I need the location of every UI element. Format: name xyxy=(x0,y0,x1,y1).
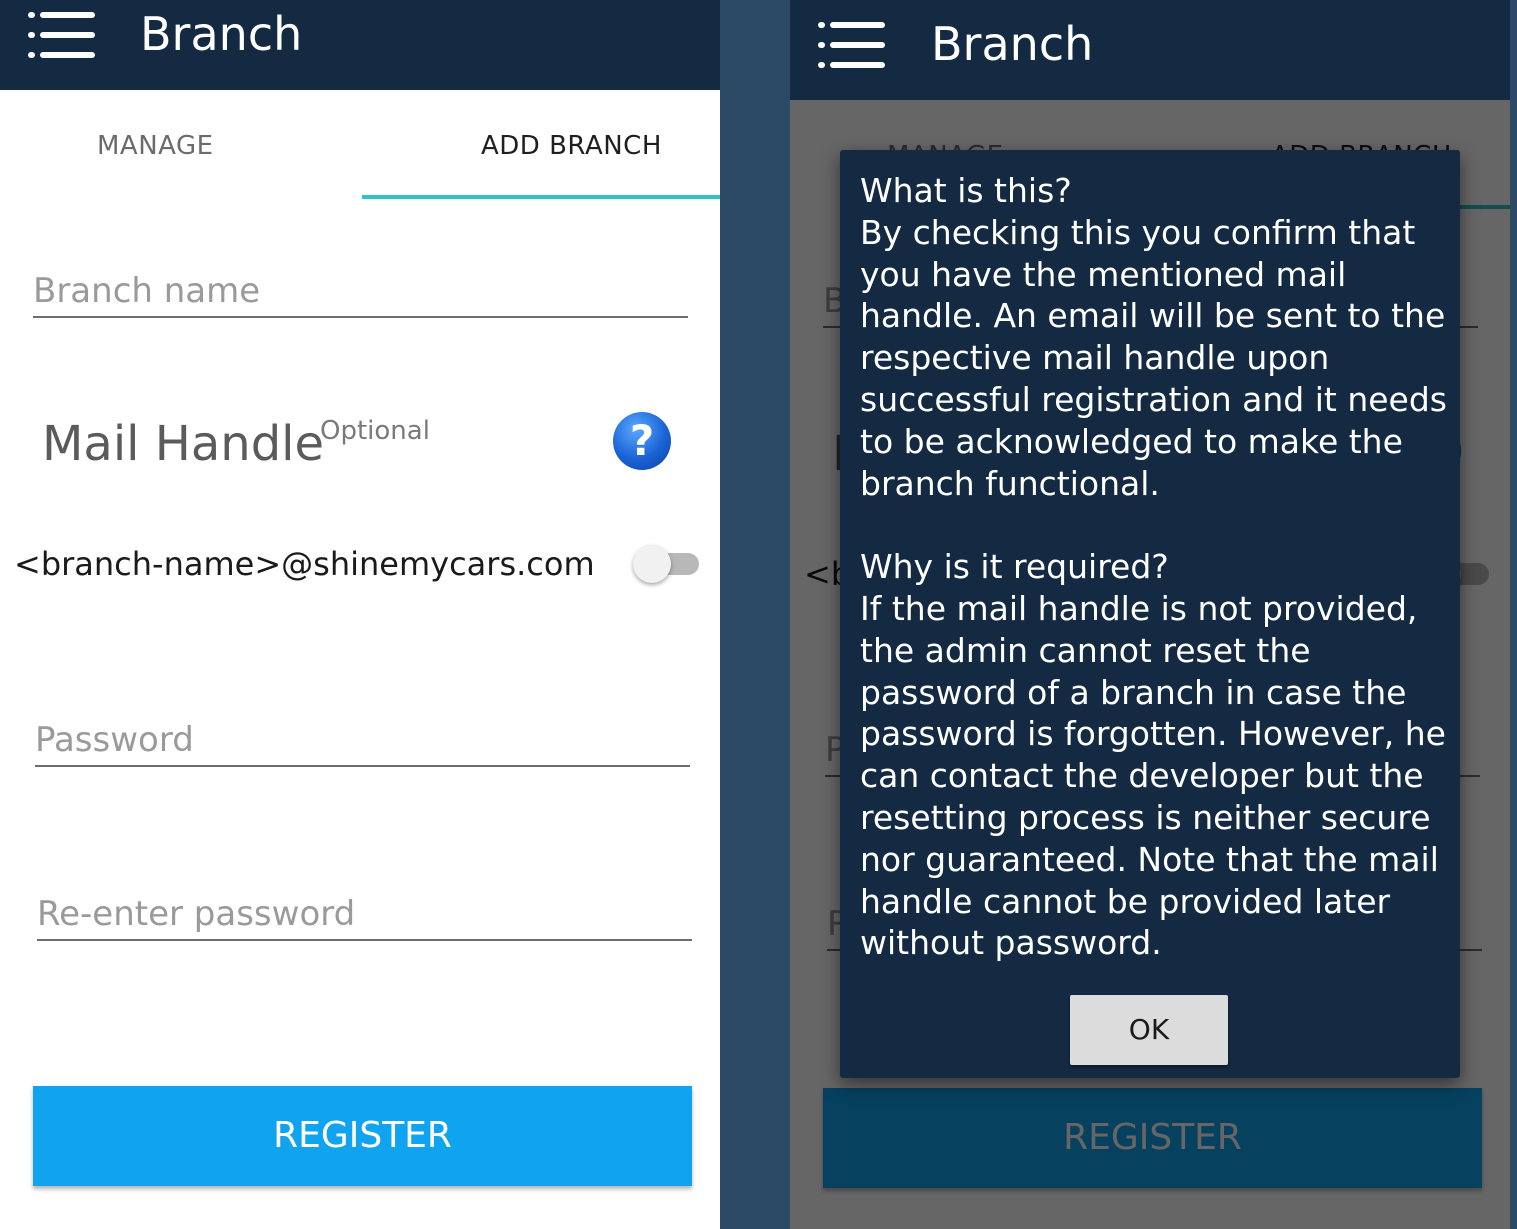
password-placeholder: Password xyxy=(35,720,194,760)
mail-handle-optional-label: Optional xyxy=(320,416,430,446)
app-bar: Branch xyxy=(0,0,720,90)
tab-indicator xyxy=(362,195,720,199)
dialog-message: What is this? By checking this you confi… xyxy=(860,171,1447,963)
tab-manage[interactable]: MANAGE xyxy=(97,131,214,161)
app-title: Branch xyxy=(931,17,1094,71)
hamburger-menu-icon[interactable] xyxy=(818,22,888,72)
reenter-password-field[interactable]: Re-enter password xyxy=(37,891,692,943)
mail-handle-value: <branch-name>@shinemycars.com xyxy=(14,545,595,583)
question-mark-icon[interactable]: ? xyxy=(613,412,671,470)
branch-name-placeholder: Branch name xyxy=(33,271,261,311)
branch-name-field[interactable]: Branch name xyxy=(33,268,688,320)
ok-button[interactable]: OK xyxy=(1070,995,1228,1065)
mail-handle-toggle[interactable] xyxy=(633,545,703,585)
add-branch-screen-with-dialog: Branch MANAGE ADD BRANCH Branch name Mai… xyxy=(790,0,1510,1229)
toggle-thumb xyxy=(633,545,671,583)
mail-handle-title: Mail Handle xyxy=(42,416,325,472)
reenter-password-underline xyxy=(37,939,692,941)
password-field[interactable]: Password xyxy=(35,717,690,769)
register-button[interactable]: REGISTER xyxy=(33,1086,692,1186)
branch-name-underline xyxy=(33,316,688,318)
app-bar: Branch xyxy=(790,0,1510,100)
reenter-password-placeholder: Re-enter password xyxy=(37,894,356,934)
tab-add-branch[interactable]: ADD BRANCH xyxy=(481,131,662,161)
add-branch-screen: Branch MANAGE ADD BRANCH Branch name Mai… xyxy=(0,0,720,1229)
app-title: Branch xyxy=(140,7,303,61)
mail-handle-help-dialog: What is this? By checking this you confi… xyxy=(840,150,1460,1078)
hamburger-menu-icon[interactable] xyxy=(28,12,98,62)
password-underline xyxy=(35,765,690,767)
